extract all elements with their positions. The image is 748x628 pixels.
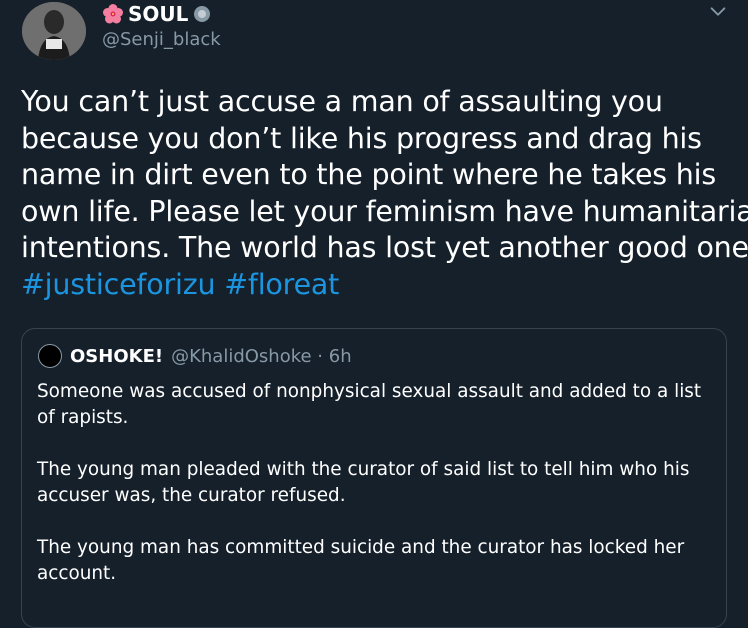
chevron-down-icon [710, 7, 726, 16]
protected-badge-icon [192, 4, 212, 24]
quoted-author-handle-time: @KhalidOshoke · 6h [171, 345, 352, 367]
quoted-author-avatar [38, 344, 62, 368]
tweet-text: You can’t just accuse a man of assaultin… [21, 84, 748, 304]
avatar-photo-icon [22, 2, 86, 60]
tweet-text-line: intentions. The world has lost yet anoth… [21, 231, 748, 264]
quoted-tweet-text: Someone was accused of nonphysical sexua… [37, 379, 717, 613]
author-name-row[interactable]: SOUL [102, 2, 212, 26]
quoted-paragraph: The young man pleaded with the curator o… [37, 459, 690, 506]
hashtag-line: #justiceforizu #floreat [21, 267, 737, 304]
tweet-text-line: own life. Please let your feminism have … [21, 194, 748, 228]
tweet-card: SOUL @Senji_black You can’t just accuse … [0, 0, 748, 628]
quoted-tweet[interactable]: OSHOKE! @KhalidOshoke · 6h Someone was a… [21, 328, 727, 628]
quoted-tweet-header: OSHOKE! @KhalidOshoke · 6h [38, 343, 352, 369]
quoted-paragraph: Someone was accused of nonphysical sexua… [37, 381, 702, 428]
hashtag-link[interactable]: #justiceforizu [21, 268, 216, 301]
tweet-menu-button[interactable] [701, 0, 735, 24]
tweet-text-line: name in dirt even to the point where he … [21, 158, 717, 191]
tweet-text-line: You can’t just accuse a man of assaultin… [21, 85, 663, 118]
tweet-text-line: because you don’t like his progress and … [21, 121, 702, 155]
author-avatar[interactable] [22, 2, 86, 60]
author-handle[interactable]: @Senji_black [102, 30, 221, 50]
hashtag-link[interactable]: #floreat [224, 268, 339, 301]
quoted-author-name: OSHOKE! [70, 345, 164, 367]
quoted-paragraph: The young man has committed suicide and … [37, 537, 685, 584]
author-name[interactable]: SOUL [128, 2, 188, 26]
hibiscus-flower-icon [102, 3, 124, 25]
